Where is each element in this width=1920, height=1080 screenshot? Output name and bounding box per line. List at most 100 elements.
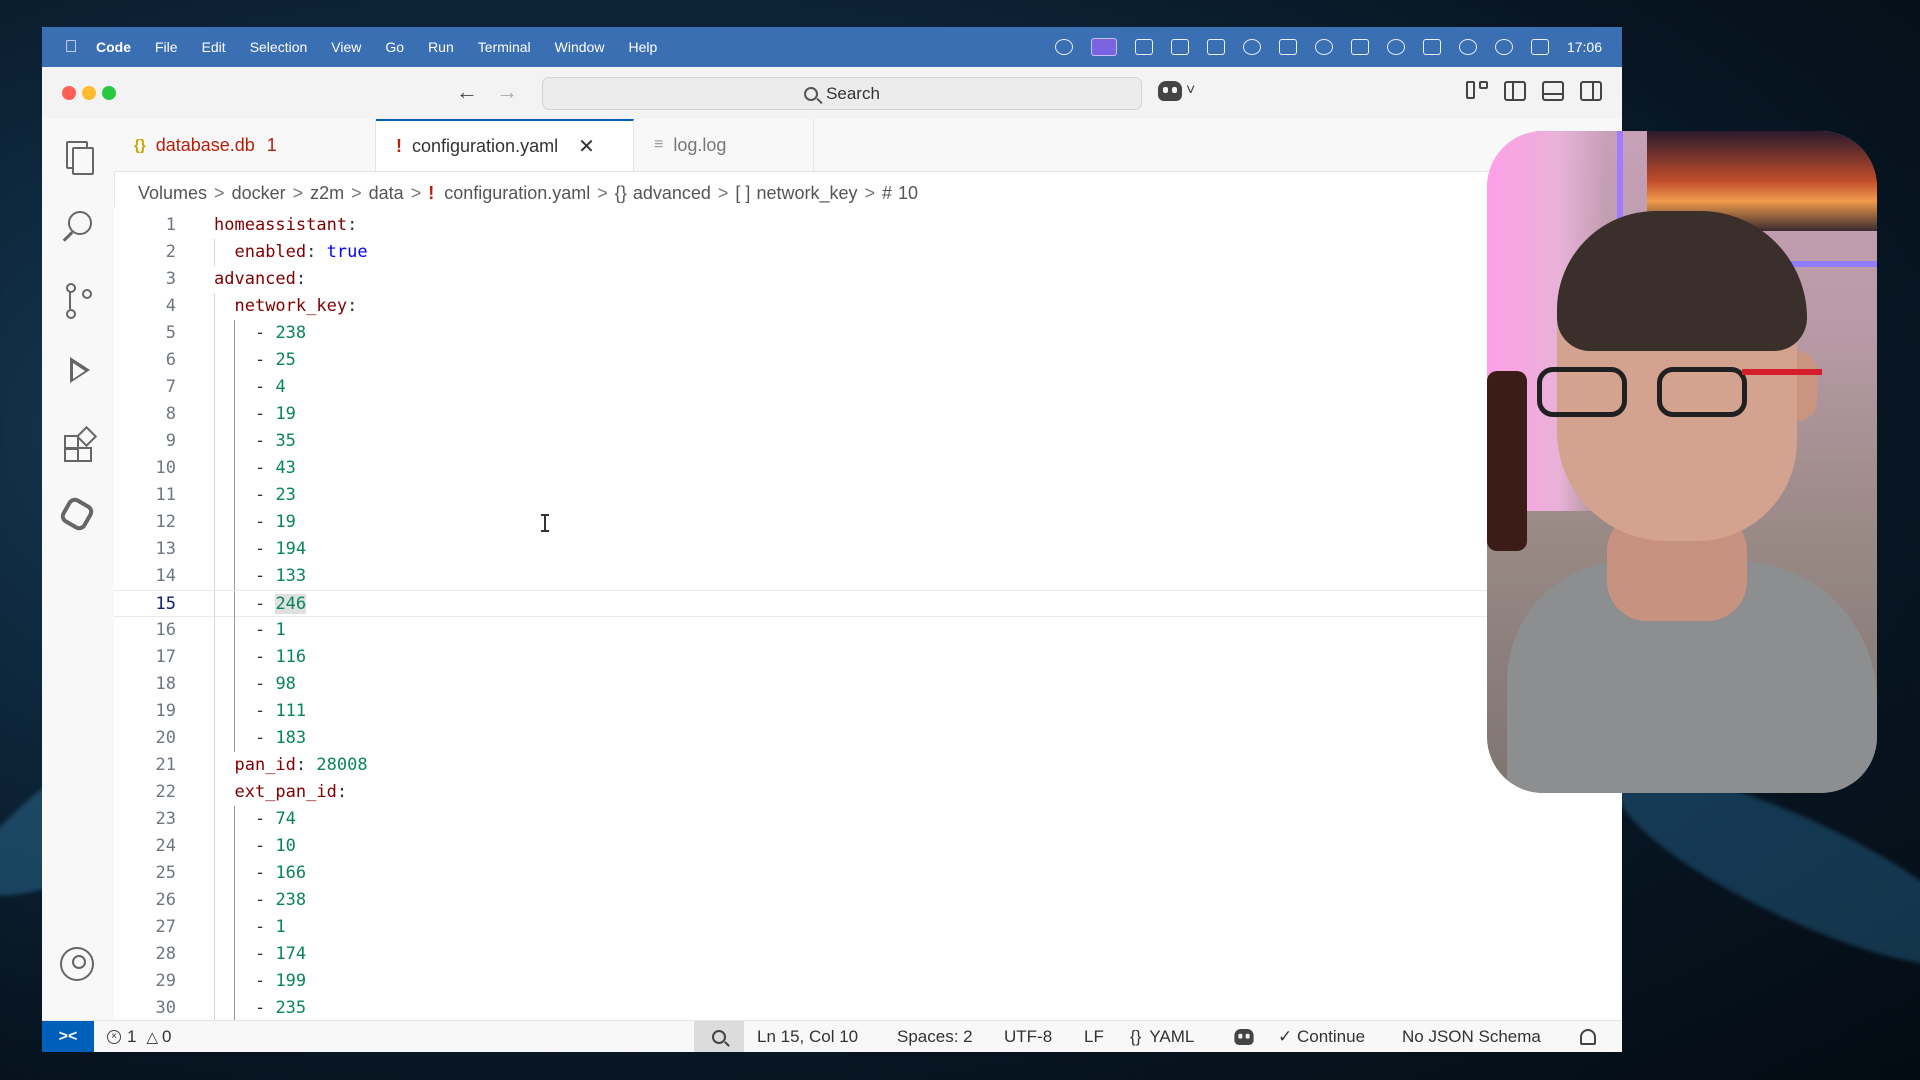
spotlight-icon[interactable]	[1494, 39, 1513, 55]
code-line[interactable]: 25 - 166	[114, 860, 1622, 887]
menu-window[interactable]: Window	[555, 39, 605, 55]
breadcrumb-item[interactable]: docker	[232, 183, 286, 204]
code-line[interactable]: 26 - 238	[114, 887, 1622, 914]
tab-log-log[interactable]: ≡ log.log	[634, 119, 814, 171]
source-control-icon[interactable]	[60, 281, 96, 319]
code-line[interactable]: 29 - 199	[114, 968, 1622, 995]
breadcrumb-section[interactable]: advanced	[633, 183, 711, 204]
copilot-button[interactable]: ˅	[1158, 81, 1195, 101]
code-line[interactable]: 22 ext_pan_id:	[114, 779, 1622, 806]
json-schema-status[interactable]: No JSON Schema	[1402, 1021, 1541, 1052]
zoom-window-button[interactable]	[102, 86, 116, 100]
close-icon[interactable]: ✕	[578, 134, 595, 159]
code-line[interactable]: 28 - 174	[114, 941, 1622, 968]
notifications-button[interactable]	[1580, 1021, 1596, 1052]
code-line[interactable]: 15 - 246	[114, 590, 1622, 618]
menu-terminal[interactable]: Terminal	[478, 39, 531, 55]
app-status-icon[interactable]	[1134, 39, 1153, 55]
accounts-icon[interactable]	[60, 947, 96, 983]
menu-go[interactable]: Go	[385, 39, 404, 55]
box-status-icon[interactable]	[1170, 39, 1189, 55]
close-window-button[interactable]	[62, 86, 76, 100]
menu-edit[interactable]: Edit	[202, 39, 226, 55]
code-line[interactable]: 27 - 1	[114, 914, 1622, 941]
language-mode[interactable]: {} YAML	[1130, 1021, 1194, 1052]
code-line[interactable]: 6 - 25	[114, 347, 1622, 374]
toggle-primary-sidebar-icon[interactable]	[1504, 81, 1526, 101]
toggle-panel-icon[interactable]	[1542, 81, 1564, 101]
breadcrumb-file[interactable]: configuration.yaml	[444, 183, 590, 204]
toggle-secondary-sidebar-icon[interactable]	[1580, 81, 1602, 101]
menu-run[interactable]: Run	[428, 39, 454, 55]
code-line[interactable]: 7 - 4	[114, 374, 1622, 401]
minimize-window-button[interactable]	[82, 86, 96, 100]
code-line[interactable]: 4 network_key:	[114, 293, 1622, 320]
code-line[interactable]: 19 - 111	[114, 698, 1622, 725]
apple-icon[interactable]: 	[60, 36, 82, 58]
menu-help[interactable]: Help	[628, 39, 657, 55]
menu-app-name[interactable]: Code	[96, 39, 131, 55]
code-line[interactable]: 10 - 43	[114, 455, 1622, 482]
code-line[interactable]: 21 pan_id: 28008	[114, 752, 1622, 779]
screen-share-status-icon[interactable]	[1090, 38, 1117, 56]
eol-setting[interactable]: LF	[1084, 1021, 1104, 1052]
search-view-icon[interactable]	[60, 209, 96, 245]
breadcrumb-item[interactable]: data	[369, 183, 404, 204]
run-debug-icon[interactable]	[60, 353, 96, 389]
problems-indicator[interactable]: × 1 △ 0	[107, 1021, 171, 1052]
extensions-icon[interactable]	[60, 425, 98, 462]
code-line[interactable]: 23 - 74	[114, 806, 1622, 833]
menu-selection[interactable]: Selection	[250, 39, 308, 55]
customize-layout-icon[interactable]	[1466, 81, 1488, 101]
moon-icon[interactable]	[1386, 39, 1405, 55]
code-line[interactable]: 5 - 238	[114, 320, 1622, 347]
battery-icon[interactable]	[1422, 39, 1441, 55]
continue-status[interactable]: ✓ Continue	[1278, 1021, 1365, 1052]
tab-configuration-yaml[interactable]: ! configuration.yaml ✕	[376, 119, 634, 171]
back-arrow-icon[interactable]: ←	[456, 79, 478, 105]
code-line[interactable]: 24 - 10	[114, 833, 1622, 860]
explorer-icon[interactable]	[60, 137, 96, 175]
code-editor[interactable]: 1 homeassistant: 2 enabled: true 3 advanced:…	[114, 207, 1622, 1020]
breadcrumb-item[interactable]: z2m	[310, 183, 344, 204]
remote-indicator-button[interactable]: ><	[42, 1021, 94, 1052]
control-center-icon[interactable]	[1530, 39, 1549, 55]
code-line[interactable]: 16 - 1	[114, 617, 1622, 644]
code-line[interactable]: 11 - 23	[114, 482, 1622, 509]
menu-file[interactable]: File	[155, 39, 178, 55]
notes-status-icon[interactable]	[1350, 39, 1369, 55]
line-number: 21	[155, 755, 176, 775]
command-center-search[interactable]: Search	[542, 77, 1142, 110]
code-line[interactable]: 17 - 116	[114, 644, 1622, 671]
tab-database-db[interactable]: {} database.db 1	[114, 119, 376, 171]
code-line[interactable]: 9 - 35	[114, 428, 1622, 455]
code-line[interactable]: 1 homeassistant:	[114, 212, 1622, 239]
menu-view[interactable]: View	[331, 39, 361, 55]
code-line[interactable]: 14 - 133	[114, 563, 1622, 590]
mouse-status-icon[interactable]	[1278, 39, 1297, 55]
code-line[interactable]: 8 - 19	[114, 401, 1622, 428]
menubar-clock[interactable]: 17:06	[1567, 39, 1602, 55]
code-line[interactable]: 13 - 194	[114, 536, 1622, 563]
code-line[interactable]: 12 - 19	[114, 509, 1622, 536]
copilot-status[interactable]	[1232, 1021, 1256, 1052]
code-line[interactable]: 3 advanced:	[114, 266, 1622, 293]
code-line[interactable]: 20 - 183	[114, 725, 1622, 752]
person-status-icon[interactable]	[1206, 39, 1225, 55]
encoding-setting[interactable]: UTF-8	[1004, 1021, 1052, 1052]
cursor-position[interactable]: Ln 15, Col 10	[757, 1021, 858, 1052]
breadcrumb-item[interactable]: Volumes	[138, 183, 207, 204]
code-line[interactable]: 30 - 235	[114, 995, 1622, 1020]
sync-status-icon[interactable]	[1314, 39, 1333, 55]
code-line[interactable]: 18 - 98	[114, 671, 1622, 698]
zoom-button[interactable]	[694, 1021, 744, 1052]
breadcrumb-item-index[interactable]: 10	[898, 183, 918, 204]
forward-arrow-icon[interactable]: →	[496, 79, 518, 105]
wifi-icon[interactable]	[1458, 39, 1477, 55]
remote-explorer-icon[interactable]	[60, 497, 96, 533]
sparkle-status-icon[interactable]	[1054, 39, 1073, 55]
timer-status-icon[interactable]	[1242, 39, 1261, 55]
breadcrumb-key[interactable]: network_key	[756, 183, 857, 204]
indentation-setting[interactable]: Spaces: 2	[897, 1021, 973, 1052]
code-line[interactable]: 2 enabled: true	[114, 239, 1622, 266]
